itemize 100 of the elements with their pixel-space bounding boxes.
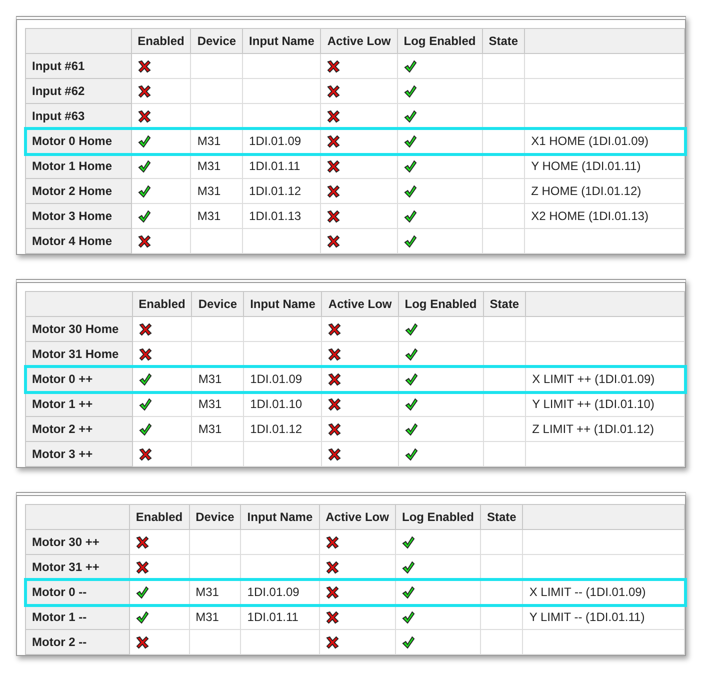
row-header: Motor 0 Home <box>26 128 132 154</box>
cross-icon[interactable] <box>326 560 339 574</box>
row-header: Motor 4 Home <box>26 228 132 254</box>
cross-icon[interactable] <box>328 448 342 460</box>
cross-icon[interactable] <box>326 536 339 548</box>
row-header: Motor 2 Home <box>26 178 132 204</box>
column-header[interactable]: State <box>482 28 525 54</box>
row-header: Motor 2 -- <box>26 630 130 654</box>
row-header: Motor 30 Home <box>26 316 132 342</box>
cross-icon[interactable] <box>328 398 342 410</box>
column-header[interactable]: State <box>483 292 526 316</box>
check-icon[interactable] <box>138 372 152 386</box>
check-icon[interactable] <box>404 234 417 248</box>
check-icon[interactable] <box>404 210 417 222</box>
column-header[interactable]: Log Enabled <box>397 28 482 54</box>
row-header: Motor 30 ++ <box>26 530 130 554</box>
column-header[interactable]: Enabled <box>129 504 190 530</box>
table-cell: 1DI.01.11 <box>240 604 320 630</box>
check-icon[interactable] <box>402 536 415 548</box>
row-header: Input #63 <box>26 104 132 128</box>
check-icon[interactable] <box>402 586 415 598</box>
table-cell: M31 <box>190 204 243 228</box>
check-icon[interactable] <box>136 586 149 598</box>
cross-icon[interactable] <box>138 448 152 460</box>
table-cell: Y HOME (1DI.01.11) <box>524 154 684 178</box>
cross-icon[interactable] <box>136 560 149 574</box>
check-icon[interactable] <box>404 110 417 122</box>
cross-icon[interactable] <box>327 234 340 248</box>
cross-icon[interactable] <box>328 322 342 336</box>
row-header: Input #61 <box>26 54 132 78</box>
column-header[interactable]: Device <box>189 504 241 530</box>
row-header: Motor 31 ++ <box>26 554 130 580</box>
cross-icon[interactable] <box>328 348 342 360</box>
check-icon[interactable] <box>404 398 418 410</box>
check-icon[interactable] <box>138 398 152 410</box>
table-cell: 1DI.01.13 <box>242 204 321 228</box>
cross-icon[interactable] <box>326 636 339 648</box>
check-icon[interactable] <box>404 422 418 436</box>
table-cell: M31 <box>192 416 244 442</box>
column-header[interactable]: Input Name <box>244 292 322 316</box>
cross-icon[interactable] <box>327 184 340 198</box>
column-header[interactable]: Active Low <box>319 504 396 530</box>
check-icon[interactable] <box>138 160 151 172</box>
cross-icon[interactable] <box>326 586 339 598</box>
column-header[interactable]: Active Low <box>322 292 398 316</box>
row-header: Motor 0 ++ <box>26 366 132 392</box>
check-icon[interactable] <box>138 210 151 222</box>
check-icon[interactable] <box>138 134 151 148</box>
cross-icon[interactable] <box>138 348 152 360</box>
row-header: Motor 0 -- <box>26 580 130 604</box>
cross-icon[interactable] <box>327 84 340 98</box>
column-header[interactable]: Active Low <box>320 28 398 54</box>
table-cell: 1DI.01.12 <box>242 178 321 204</box>
column-header[interactable]: Enabled <box>131 28 191 54</box>
cross-icon[interactable] <box>327 210 340 222</box>
check-icon[interactable] <box>404 84 417 98</box>
cross-icon[interactable] <box>136 536 149 548</box>
cross-icon[interactable] <box>327 160 340 172</box>
cross-icon[interactable] <box>327 60 340 72</box>
check-icon[interactable] <box>404 184 417 198</box>
table-cell: Z LIMIT ++ (1DI.01.12) <box>526 416 684 442</box>
table-cell: 1DI.01.10 <box>244 392 322 416</box>
table-cell: 1DI.01.12 <box>244 416 322 442</box>
check-icon[interactable] <box>404 372 418 386</box>
table-cell: X2 HOME (1DI.01.13) <box>524 204 684 228</box>
column-header[interactable]: Log Enabled <box>398 292 484 316</box>
check-icon[interactable] <box>138 422 152 436</box>
check-icon[interactable] <box>404 60 417 72</box>
cross-icon[interactable] <box>138 84 151 98</box>
column-header[interactable]: Input Name <box>242 28 321 54</box>
check-icon[interactable] <box>402 636 415 648</box>
check-icon[interactable] <box>404 160 417 172</box>
column-header[interactable]: Log Enabled <box>395 504 480 530</box>
column-header[interactable]: Enabled <box>132 292 192 316</box>
column-header[interactable]: Device <box>192 292 244 316</box>
table-cell: Z HOME (1DI.01.12) <box>524 178 684 204</box>
column-header[interactable]: Input Name <box>240 504 320 530</box>
check-icon[interactable] <box>402 610 415 624</box>
cross-icon[interactable] <box>138 110 151 122</box>
column-header[interactable]: State <box>480 504 523 530</box>
cross-icon[interactable] <box>328 372 342 386</box>
cross-icon[interactable] <box>138 322 152 336</box>
table-cell: M31 <box>190 154 243 178</box>
check-icon[interactable] <box>138 184 151 198</box>
cross-icon[interactable] <box>138 234 151 248</box>
cross-icon[interactable] <box>326 610 339 624</box>
check-icon[interactable] <box>404 348 418 360</box>
cross-icon[interactable] <box>138 60 151 72</box>
column-header[interactable]: Device <box>190 28 243 54</box>
cross-icon[interactable] <box>136 636 149 648</box>
cross-icon[interactable] <box>327 110 340 122</box>
check-icon[interactable] <box>136 610 149 624</box>
row-header: Motor 3 ++ <box>26 442 132 466</box>
table-cell: Y LIMIT -- (1DI.01.11) <box>522 604 684 630</box>
cross-icon[interactable] <box>327 134 340 148</box>
check-icon[interactable] <box>404 448 418 460</box>
check-icon[interactable] <box>402 560 415 574</box>
cross-icon[interactable] <box>328 422 342 436</box>
check-icon[interactable] <box>404 134 417 148</box>
check-icon[interactable] <box>404 322 418 336</box>
